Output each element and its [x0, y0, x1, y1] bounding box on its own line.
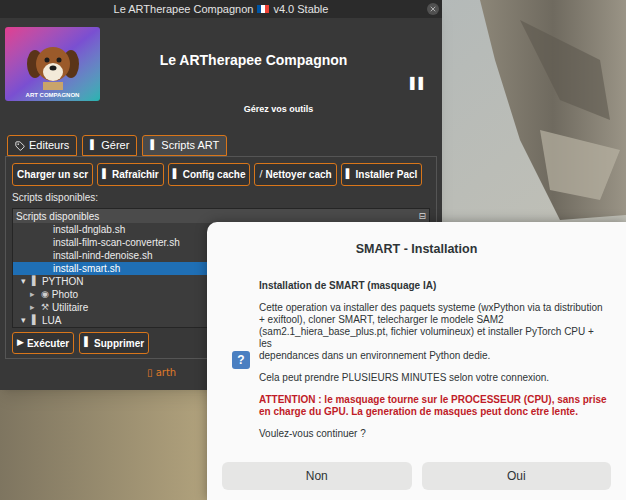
- toolbar-button[interactable]: ▌Rafraîchir: [97, 163, 164, 186]
- layout-toggle: ▐▐: [406, 78, 423, 90]
- window-title: Le ARTherapee Compagnon: [114, 1, 254, 18]
- button-label: Nettoyer cach: [266, 167, 332, 182]
- script-label: install-dnglab.sh: [53, 223, 125, 236]
- dog-logo-icon: [23, 40, 83, 90]
- title-bar: Le ARTherapee Compagnon v4.0 Stable: [0, 0, 442, 18]
- expander-icon: ▾: [21, 314, 29, 327]
- button-glyph: /: [259, 168, 262, 182]
- dialog-buttons: Non Oui: [207, 462, 626, 500]
- script-label: install-nind-denoise.sh: [53, 249, 153, 262]
- dialog-warning: ATTENTION : le masquage tourne sur le PR…: [259, 394, 608, 418]
- dialog-heading: Installation de SMART (masquage IA): [259, 280, 608, 292]
- folder-icon: ◉: [41, 288, 49, 301]
- toolbar-button[interactable]: / Nettoyer cach: [254, 163, 336, 186]
- folder-icon: ▌: [32, 275, 39, 288]
- button-label: Rafraîchir: [112, 167, 159, 182]
- action-glyph: ▌: [84, 336, 91, 350]
- action-label: Exécuter: [27, 336, 69, 351]
- french-flag-icon: [257, 5, 269, 13]
- button-glyph: ▌: [346, 168, 353, 182]
- close-button[interactable]: [427, 3, 439, 15]
- action-glyph: ▶: [17, 336, 24, 350]
- script-label: install-film-scan-converter.sh: [53, 236, 180, 249]
- dialog-paragraph: Cela peut prendre PLUSIEURS MINUTES selo…: [259, 372, 608, 384]
- button-glyph: ▌: [102, 168, 109, 182]
- close-icon: [429, 5, 437, 13]
- expander-icon: ▾: [21, 275, 29, 288]
- dialog-paragraph: Cette operation va installer des paquets…: [259, 302, 608, 362]
- expander-icon: ▸: [30, 288, 38, 301]
- scripts-label: Scripts disponibles:: [12, 192, 430, 204]
- action-label: Supprimer: [94, 336, 144, 351]
- collapse-button[interactable]: ⊟: [418, 211, 426, 221]
- tab[interactable]: ▌ Gérer: [82, 135, 137, 156]
- tab-glyph: ▌: [150, 139, 157, 153]
- header: ART COMPAGNON Le ARTherapee Compagnon ▐▐ Gé…: [0, 18, 442, 130]
- tab-label: Editeurs: [29, 137, 69, 154]
- expander-icon: ▸: [30, 301, 38, 314]
- logo-text: ART COMPAGNON: [26, 92, 80, 99]
- dialog-body: ? Installation de SMART (masquage IA) Cett…: [207, 280, 626, 440]
- row-label: LUA: [42, 314, 61, 327]
- folder-icon: ▌: [32, 314, 39, 327]
- header-text: Le ARTherapee Compagnon ▐▐ Gérez vos outil…: [100, 27, 437, 130]
- button-glyph: ▌: [173, 168, 180, 182]
- button-label: Installer Pacl: [356, 167, 418, 182]
- tag-icon: [15, 141, 25, 151]
- tab-bar: Editeurs ▌ Gérer ▌ Scripts ART: [0, 135, 442, 156]
- logo: ART COMPAGNON: [5, 27, 100, 101]
- toolbar-button[interactable]: ▌Installer Pacl: [341, 163, 423, 186]
- install-dialog: SMART - Installation? Installation de SMA…: [207, 222, 626, 500]
- question-icon: ?: [232, 351, 250, 369]
- tree-header: Scripts disponibles ⊟: [13, 209, 429, 223]
- dialog-question: Voulez-vous continuer ?: [259, 428, 608, 440]
- row-label: Utilitaire: [52, 301, 88, 314]
- tab[interactable]: Editeurs: [7, 135, 77, 156]
- action-button[interactable]: ▶Exécuter: [12, 332, 74, 354]
- dialog-button[interactable]: Non: [222, 462, 412, 490]
- action-button[interactable]: ▌Supprimer: [79, 332, 149, 354]
- subtitle: Gérez vos outils: [100, 104, 437, 115]
- toolbar-button[interactable]: ▌Config cache: [168, 163, 251, 186]
- tab-label: Gérer: [101, 137, 129, 154]
- tab[interactable]: ▌ Scripts ART: [142, 135, 227, 156]
- row-label: PYTHON: [42, 275, 84, 288]
- folder-icon: ⚒: [41, 301, 49, 314]
- button-label: Charger un scr: [17, 167, 88, 182]
- window-version: v4.0 Stable: [273, 1, 328, 18]
- script-label: install-smart.sh: [53, 262, 120, 275]
- tab-label: Scripts ART: [161, 137, 219, 154]
- dialog-text: Installation de SMART (masquage IA) Cette…: [259, 280, 608, 440]
- tab-glyph: ▌: [90, 139, 97, 153]
- dialog-button[interactable]: Oui: [422, 462, 612, 490]
- app-title: Le ARTherapee Compagnon: [100, 52, 437, 68]
- desktop: Le ARTherapee Compagnonv4.0 StableART CO…: [0, 0, 626, 500]
- dialog-title: SMART - Installation: [207, 222, 626, 257]
- button-label: Config cache: [183, 167, 246, 182]
- toolbar: Charger un scr▌Rafraîchir▌Config cache/N…: [12, 163, 430, 186]
- tree-header-label: Scripts disponibles: [16, 209, 99, 224]
- row-label: Photo: [52, 288, 78, 301]
- toolbar-button[interactable]: Charger un scr: [12, 163, 93, 186]
